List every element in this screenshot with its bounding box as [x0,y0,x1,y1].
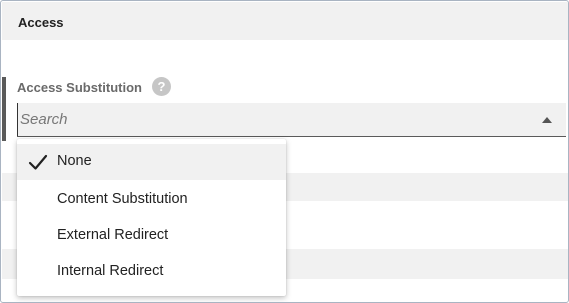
option-label: Internal Redirect [57,263,164,279]
checkmark-icon [28,154,48,170]
focus-indicator [2,77,6,141]
search-input[interactable] [17,103,537,136]
option-internal-redirect[interactable]: Internal Redirect [17,254,286,290]
question-circle-icon[interactable]: ? [152,77,171,96]
access-substitution-select[interactable] [17,103,566,137]
option-external-redirect[interactable]: External Redirect [17,218,286,254]
option-none[interactable]: None [17,144,286,180]
dropdown-menu: None Content Substitution External Redir… [17,139,286,296]
option-label: Content Substitution [57,191,188,207]
option-content-substitution[interactable]: Content Substitution [17,182,286,218]
option-label: External Redirect [57,227,169,243]
caret-up-icon[interactable] [542,117,552,123]
access-substitution-label: Access Substitution [17,80,142,95]
section-title: Access [18,15,64,30]
access-panel: Access Access Substitution ? None Conten… [0,0,569,303]
option-label: None [57,153,92,169]
section-header: Access [2,2,568,40]
